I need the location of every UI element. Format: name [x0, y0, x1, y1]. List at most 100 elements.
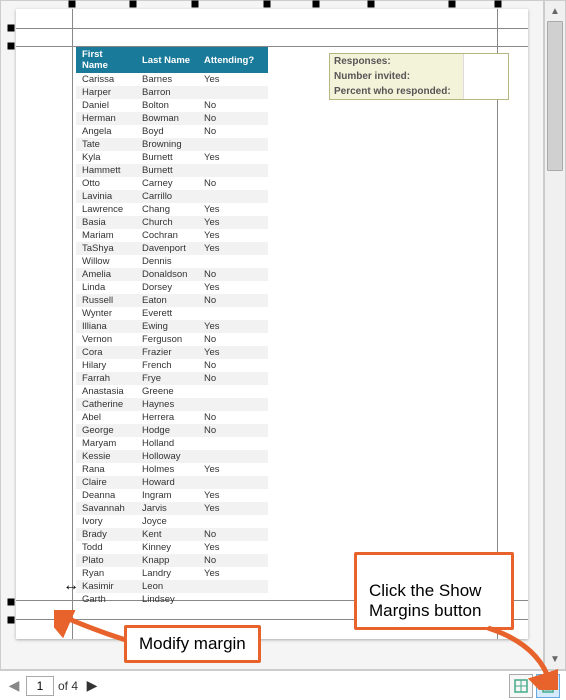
table-row: CoraFrazierYes — [76, 346, 268, 359]
cell-first: Deanna — [76, 489, 136, 502]
cell-last: Hodge — [136, 424, 198, 437]
prev-page-button[interactable]: ◀ — [6, 676, 22, 696]
scroll-thumb[interactable] — [547, 21, 563, 171]
table-row: ClaireHoward — [76, 476, 268, 489]
cell-attending: Yes — [198, 281, 268, 294]
cell-attending: Yes — [198, 489, 268, 502]
cell-attending — [198, 450, 268, 463]
cell-last: Jarvis — [136, 502, 198, 515]
cell-first: Basia — [76, 216, 136, 229]
table-row: TaShyaDavenportYes — [76, 242, 268, 255]
cell-last: Browning — [136, 138, 198, 151]
cell-first: Hammett — [76, 164, 136, 177]
cell-first: Hilary — [76, 359, 136, 372]
margin-line-top1[interactable] — [16, 28, 528, 29]
cell-last: Donaldson — [136, 268, 198, 281]
summary-responses-value — [463, 54, 508, 69]
cell-attending — [198, 593, 268, 606]
cell-first: Willow — [76, 255, 136, 268]
cell-attending: Yes — [198, 229, 268, 242]
cell-attending: No — [198, 554, 268, 567]
cell-last: Kinney — [136, 541, 198, 554]
cell-last: Howard — [136, 476, 198, 489]
table-row: GarthLindsey — [76, 593, 268, 606]
margin-handle[interactable] — [368, 1, 375, 8]
margin-handle[interactable] — [495, 1, 502, 8]
margin-handle[interactable] — [264, 1, 271, 8]
scroll-down-button[interactable]: ▼ — [545, 649, 565, 669]
cell-first: George — [76, 424, 136, 437]
table-row: PlatoKnappNo — [76, 554, 268, 567]
margin-handle[interactable] — [8, 43, 15, 50]
page-count-label: of 4 — [58, 679, 78, 693]
cell-first: Amelia — [76, 268, 136, 281]
cell-first: Angela — [76, 125, 136, 138]
table-row: VernonFergusonNo — [76, 333, 268, 346]
scroll-track[interactable] — [545, 21, 565, 649]
attendee-table: First Name Last Name Attending? CarissaB… — [76, 47, 268, 606]
cell-first: Illiana — [76, 320, 136, 333]
cell-attending — [198, 580, 268, 593]
margin-handle[interactable] — [69, 1, 76, 8]
page-number-input[interactable]: 1 — [26, 676, 54, 696]
cell-attending: Yes — [198, 502, 268, 515]
cell-last: Chang — [136, 203, 198, 216]
table-row: KylaBurnettYes — [76, 151, 268, 164]
zoom-to-page-button[interactable] — [509, 674, 533, 698]
margin-handle[interactable] — [8, 617, 15, 624]
margin-handle[interactable] — [130, 1, 137, 8]
table-row: AnastasiaGreene — [76, 385, 268, 398]
summary-percent-value — [463, 84, 508, 99]
cell-first: Kyla — [76, 151, 136, 164]
table-row: LaviniaCarrillo — [76, 190, 268, 203]
callout-modify-margin: Modify margin — [124, 625, 261, 663]
cell-attending: Yes — [198, 320, 268, 333]
cell-last: Kent — [136, 528, 198, 541]
cell-last: Herrera — [136, 411, 198, 424]
table-row: LindaDorseyYes — [76, 281, 268, 294]
summary-invited-label: Number invited: — [330, 69, 463, 84]
cell-last: Lindsey — [136, 593, 198, 606]
margin-line-left[interactable] — [72, 9, 73, 639]
cell-attending: No — [198, 112, 268, 125]
cell-attending — [198, 437, 268, 450]
margin-handle[interactable] — [449, 1, 456, 8]
cell-attending: Yes — [198, 541, 268, 554]
cell-attending: No — [198, 333, 268, 346]
cell-last: Haynes — [136, 398, 198, 411]
cell-last: Joyce — [136, 515, 198, 528]
cell-last: Leon — [136, 580, 198, 593]
margin-handle[interactable] — [192, 1, 199, 8]
margin-handle[interactable] — [313, 1, 320, 8]
cell-attending: Yes — [198, 73, 268, 86]
cell-attending — [198, 138, 268, 151]
cell-attending: No — [198, 372, 268, 385]
scroll-up-button[interactable]: ▲ — [545, 1, 565, 21]
margin-line-right[interactable] — [497, 9, 498, 639]
margin-handle[interactable] — [8, 599, 15, 606]
cell-first: Daniel — [76, 99, 136, 112]
table-row: BasiaChurchYes — [76, 216, 268, 229]
table-row: CarissaBarnesYes — [76, 73, 268, 86]
show-margins-button[interactable] — [536, 674, 560, 698]
cell-first: Carissa — [76, 73, 136, 86]
cell-first: Maryam — [76, 437, 136, 450]
cell-attending: Yes — [198, 216, 268, 229]
margin-handle[interactable] — [8, 25, 15, 32]
summary-responses-label: Responses: — [330, 54, 463, 69]
cell-first: Vernon — [76, 333, 136, 346]
cell-first: Wynter — [76, 307, 136, 320]
cell-last: Ewing — [136, 320, 198, 333]
cell-last: Landry — [136, 567, 198, 580]
cell-first: Anastasia — [76, 385, 136, 398]
cell-attending — [198, 307, 268, 320]
cell-first: Lawrence — [76, 203, 136, 216]
vertical-scrollbar[interactable]: ▲ ▼ — [544, 0, 566, 670]
cell-attending: Yes — [198, 151, 268, 164]
cell-first: Rana — [76, 463, 136, 476]
cell-attending — [198, 164, 268, 177]
next-page-button[interactable]: ▶ — [84, 676, 100, 696]
cell-last: Eaton — [136, 294, 198, 307]
table-row: DanielBoltonNo — [76, 99, 268, 112]
table-row: RussellEatonNo — [76, 294, 268, 307]
